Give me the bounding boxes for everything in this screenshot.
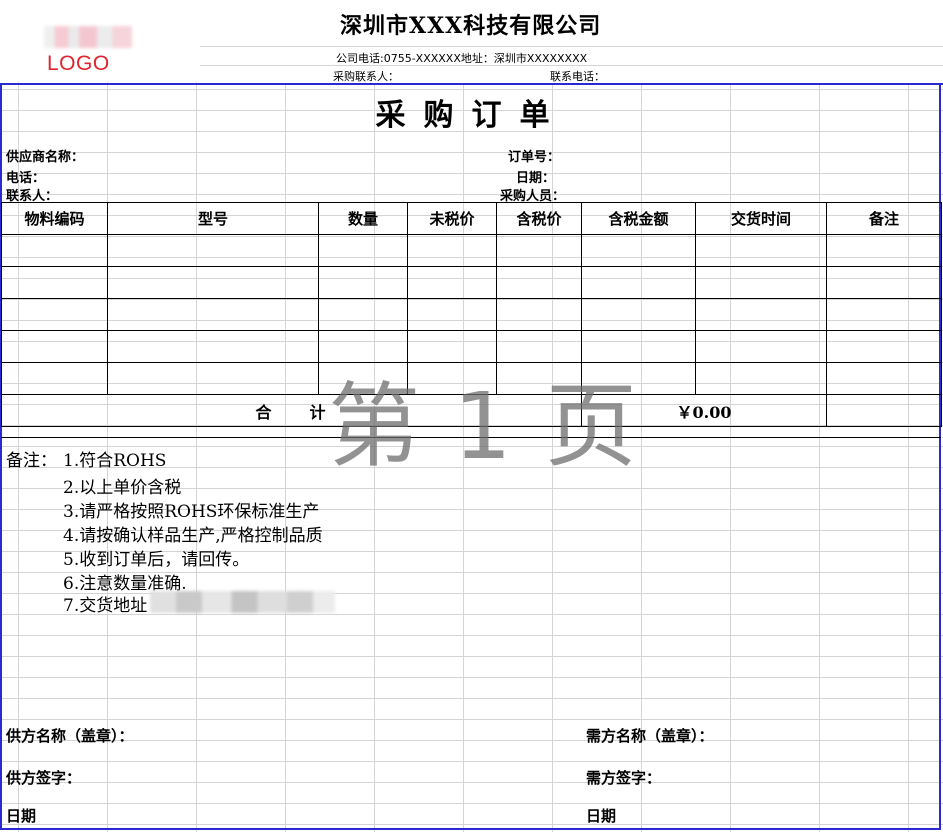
supplier-name-seal-label: 供方名称（盖章）： xyxy=(6,727,134,745)
table-row xyxy=(1,234,942,267)
table-cell[interactable] xyxy=(695,362,827,395)
table-cell[interactable] xyxy=(496,234,582,267)
table-cell[interactable] xyxy=(318,298,408,331)
table-cell[interactable] xyxy=(496,298,582,331)
table-cell[interactable] xyxy=(1,362,108,395)
table-cell[interactable] xyxy=(695,330,827,363)
table-row xyxy=(1,298,942,331)
table-cell[interactable] xyxy=(581,298,696,331)
supplier-signature-label: 供方签字： xyxy=(6,769,82,787)
table-cell[interactable] xyxy=(826,362,942,395)
blue-top-border xyxy=(0,83,943,85)
table-cell[interactable] xyxy=(107,330,319,363)
table-cell[interactable] xyxy=(107,234,319,267)
page-title: 采购订单 xyxy=(375,98,568,133)
table-cell[interactable] xyxy=(407,298,497,331)
table-cell[interactable] xyxy=(318,266,408,299)
column-header: 数量 xyxy=(318,202,408,235)
order-number-label: 订单号： xyxy=(508,150,561,165)
table-cell[interactable] xyxy=(407,266,497,299)
buyer-date-label: 日期 xyxy=(586,807,617,825)
table-cell[interactable] xyxy=(1,330,108,363)
table-cell[interactable] xyxy=(496,266,582,299)
column-header: 未税价 xyxy=(407,202,497,235)
table-cell[interactable] xyxy=(1,266,108,299)
table-row xyxy=(1,266,942,299)
column-header: 型号 xyxy=(107,202,319,235)
table-cell[interactable] xyxy=(107,298,319,331)
table-cell[interactable] xyxy=(826,234,942,267)
tel-label: 电话： xyxy=(6,171,46,186)
table-cell[interactable] xyxy=(581,266,696,299)
table-cell[interactable] xyxy=(581,234,696,267)
note-item: 4.请按确认样品生产,严格控制品质 xyxy=(63,526,323,546)
table-cell[interactable] xyxy=(1,234,108,267)
phone-label: 联系电话： xyxy=(550,70,605,83)
note-item: 1.符合ROHS xyxy=(63,451,167,471)
note-item: 2.以上单价含税 xyxy=(63,478,182,498)
buyer-contact-label: 采购联系人： xyxy=(333,70,399,83)
table-cell[interactable] xyxy=(695,234,827,267)
table-cell[interactable] xyxy=(107,362,319,395)
table-cell[interactable] xyxy=(1,298,108,331)
table-cell[interactable] xyxy=(826,394,942,427)
header-divider xyxy=(200,46,943,47)
buyer-name-seal-label: 需方名称（盖章）： xyxy=(586,727,714,745)
notes-label: 备注： xyxy=(6,451,57,471)
table-cell[interactable] xyxy=(826,298,942,331)
supplier-date-label: 日期 xyxy=(6,807,37,825)
table-cell[interactable] xyxy=(826,330,942,363)
company-name: 深圳市XXX科技有限公司 xyxy=(340,13,602,39)
note-item: 5.收到订单后，请回传。 xyxy=(63,550,250,570)
column-header: 备注 xyxy=(826,202,942,235)
delivery-address-blurred xyxy=(150,591,335,613)
table-cell[interactable] xyxy=(826,266,942,299)
date-label: 日期： xyxy=(516,171,556,186)
supplier-name-label: 供应商名称： xyxy=(6,150,85,165)
note-item: 3.请严格按照ROHS环保标准生产 xyxy=(63,502,320,522)
table-cell[interactable] xyxy=(318,234,408,267)
table-cell[interactable] xyxy=(407,234,497,267)
logo-image-blurred xyxy=(44,26,132,48)
column-header: 含税价 xyxy=(496,202,582,235)
column-header: 物料编码 xyxy=(1,202,108,235)
column-header: 含税金额 xyxy=(581,202,696,235)
buyer-signature-label: 需方签字： xyxy=(586,769,662,787)
company-contact-line: 公司电话:0755-XXXXXX地址：深圳市XXXXXXXX xyxy=(336,52,588,65)
column-header: 交货时间 xyxy=(695,202,827,235)
logo-text: LOGO xyxy=(47,52,110,75)
table-cell[interactable] xyxy=(695,266,827,299)
logo-area: LOGO xyxy=(0,0,200,82)
table-header-row: 物料编码 型号 数量 未税价 含税价 含税金额 交货时间 备注 xyxy=(1,202,942,235)
table-cell[interactable] xyxy=(695,298,827,331)
page-number-watermark: 第 1 页 xyxy=(328,373,640,480)
table-cell[interactable] xyxy=(107,266,319,299)
note-item: 7.交货地址 xyxy=(63,596,148,616)
